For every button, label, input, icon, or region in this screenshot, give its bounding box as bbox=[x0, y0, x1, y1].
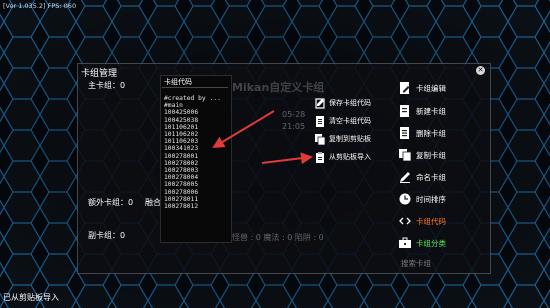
copy-to-clipboard-button[interactable]: 复制到剪贴板 bbox=[315, 132, 371, 146]
save-deck-code-label: 保存卡组代码 bbox=[329, 99, 371, 107]
copy-to-clipboard-label: 复制到剪贴板 bbox=[329, 135, 371, 143]
side-item-edit-deck[interactable]: 卡组编辑 bbox=[399, 80, 446, 96]
side-item-label: 复制卡组 bbox=[416, 150, 446, 160]
ghost-date: 05-28 bbox=[282, 110, 306, 119]
side-item-copy-deck[interactable]: 复制卡组 bbox=[399, 147, 446, 163]
briefcase-icon bbox=[399, 237, 411, 249]
clear-deck-code-label: 清空卡组代码 bbox=[329, 117, 371, 125]
side-item-label: 搜索卡组 bbox=[401, 258, 431, 268]
side-item-delete-deck[interactable]: 删除卡组 bbox=[399, 125, 446, 141]
main-deck-count: 主卡组：0 bbox=[88, 81, 126, 90]
clear-deck-code-button[interactable]: 清空卡组代码 bbox=[315, 114, 371, 128]
paste-icon bbox=[315, 151, 325, 163]
deck-code-title: 卡组代码 bbox=[164, 78, 192, 86]
clock-icon bbox=[399, 193, 411, 205]
save-deck-code-button[interactable]: 保存卡组代码 bbox=[315, 96, 371, 110]
dialog-title: 卡组管理 bbox=[81, 69, 118, 79]
side-item-label: 卡组代码 bbox=[416, 216, 446, 226]
import-from-clipboard-button[interactable]: 从剪贴板导入 bbox=[315, 150, 371, 164]
ghost-counts: 怪兽 : 0 魔法 : 0 陷阱 : 0 bbox=[232, 233, 324, 242]
side-item-deck-code[interactable]: 卡组代码 bbox=[399, 213, 446, 229]
side-item-search-deck[interactable]: 搜索卡组 bbox=[401, 255, 431, 271]
new-doc-icon bbox=[399, 105, 411, 117]
code-icon bbox=[399, 215, 411, 227]
side-item-label: 删除卡组 bbox=[416, 128, 446, 138]
delete-doc-icon bbox=[399, 127, 411, 139]
deck-code-textarea[interactable]: #created by ... #main 100425006 10042503… bbox=[164, 95, 226, 210]
side-item-label: 时间排序 bbox=[416, 194, 446, 204]
side-item-label: 卡组分类 bbox=[416, 238, 446, 248]
copy-icon bbox=[315, 133, 326, 145]
side-deck-count: 副卡组：0 bbox=[88, 231, 126, 240]
ghost-deck-title: Mikan自定义卡组 bbox=[232, 81, 325, 94]
save-icon bbox=[315, 97, 325, 109]
edit-doc-icon bbox=[399, 82, 411, 94]
side-item-deck-category[interactable]: 卡组分类 bbox=[399, 235, 446, 251]
close-icon[interactable]: ✕ bbox=[476, 66, 485, 75]
side-item-sort-by-time[interactable]: 时间排序 bbox=[399, 191, 446, 207]
pencil-icon bbox=[399, 171, 411, 183]
import-from-clipboard-label: 从剪贴板导入 bbox=[329, 153, 371, 161]
fusion-label: 融合 bbox=[145, 198, 161, 207]
divider bbox=[162, 87, 228, 88]
side-item-label: 卡组编辑 bbox=[416, 83, 446, 93]
side-item-label: 新建卡组 bbox=[416, 106, 446, 116]
status-toast: 已从剪贴板导入 bbox=[3, 293, 59, 302]
ghost-time: 21:05 bbox=[282, 122, 306, 131]
side-item-rename-deck[interactable]: 命名卡组 bbox=[399, 169, 446, 185]
side-item-new-deck[interactable]: 新建卡组 bbox=[399, 103, 446, 119]
side-item-label: 命名卡组 bbox=[416, 172, 446, 182]
copy-deck-icon bbox=[399, 149, 412, 162]
extra-deck-count: 额外卡组：0 bbox=[88, 198, 134, 207]
clear-icon bbox=[315, 115, 325, 127]
version-fps-readout: [Ver 1.035.2] FPS: 060 bbox=[3, 2, 77, 10]
